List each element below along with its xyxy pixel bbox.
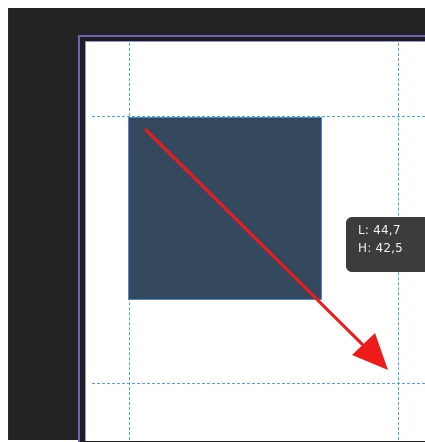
tooltip-width-text: L: 44,7 xyxy=(358,223,401,237)
tooltip-height-text: H: 42,5 xyxy=(358,241,403,255)
screenshot-frame: L: 44,7 H: 42,5 xyxy=(0,0,425,442)
size-tooltip: L: 44,7 H: 42,5 xyxy=(346,217,425,272)
horizontal-guide-bottom[interactable] xyxy=(92,383,425,384)
rectangle-shape[interactable] xyxy=(128,117,322,300)
